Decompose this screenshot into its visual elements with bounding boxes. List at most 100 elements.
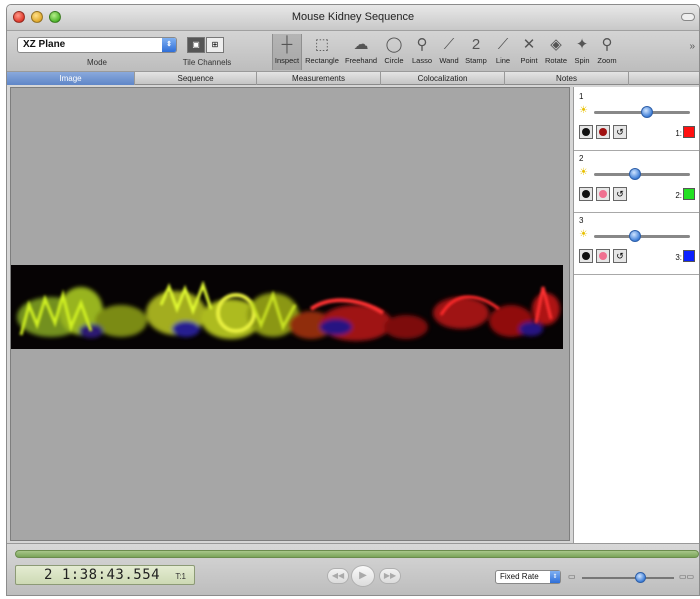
time-display: 2 1:38:43.554 T:1 <box>15 565 195 585</box>
tool-label: Wand <box>439 56 459 65</box>
tool-stamp-button[interactable]: 2 Stamp <box>462 34 490 70</box>
play-icon: ▶ <box>359 570 367 581</box>
tile-view-button[interactable]: ⊞ <box>206 37 224 53</box>
tool-label: Point <box>520 56 538 65</box>
channel-visibility-button[interactable] <box>579 125 593 139</box>
chevron-updown-icon: ⇕ <box>162 38 176 52</box>
undo-icon: ↺ <box>616 127 624 137</box>
circle-select-icon: ◯ <box>385 36 403 53</box>
tool-rotate-button[interactable]: ◈ Rotate <box>542 34 570 70</box>
slider-knob[interactable] <box>629 168 642 180</box>
tool-spin-button[interactable]: ✦ Spin <box>570 34 594 70</box>
channel-visibility-button[interactable] <box>579 187 593 201</box>
record-icon <box>599 128 607 136</box>
toolbar-toggle-button[interactable] <box>681 13 695 21</box>
tab-notes[interactable]: Notes <box>505 72 629 85</box>
fast-speed-icon: ▭▭ <box>679 572 695 581</box>
slider-knob[interactable] <box>629 230 642 242</box>
tab-image[interactable]: Image <box>7 72 135 85</box>
mode-select[interactable]: XZ Plane ⇕ <box>17 37 177 53</box>
tool-label: Zoom <box>597 56 617 65</box>
record-icon <box>582 252 590 260</box>
toolbar-overflow-icon[interactable]: » <box>689 41 695 52</box>
playback-rate-select[interactable]: Fixed Rate ⇕ <box>495 570 561 584</box>
reset-channel-button[interactable]: ↺ <box>613 249 627 263</box>
tool-label: Freehand <box>344 56 378 65</box>
channel-color-swatch[interactable] <box>683 188 695 200</box>
xz-plane-image[interactable] <box>11 265 563 349</box>
tool-label: Inspect <box>274 56 300 65</box>
rewind-button[interactable]: ◀◀ <box>327 568 349 584</box>
microscopy-image <box>17 280 560 341</box>
mode-select-value: XZ Plane <box>23 39 66 50</box>
rectangle-select-icon: ⬚ <box>314 36 330 53</box>
tab-measurements[interactable]: Measurements <box>257 72 381 85</box>
slider-knob[interactable] <box>635 572 647 583</box>
tile-channels-label: Tile Channels <box>182 58 232 67</box>
record-icon <box>599 252 607 260</box>
channel-color-swatch[interactable] <box>683 126 695 138</box>
tool-freehand-button[interactable]: ☁ Freehand <box>342 34 380 70</box>
title-bar: Mouse Kidney Sequence <box>7 5 699 31</box>
slider-knob[interactable] <box>640 106 653 118</box>
tool-wand-button[interactable]: ⟋ Wand <box>436 34 462 70</box>
brightness-icon: ☀ <box>579 105 588 116</box>
single-view-button[interactable]: ▣ <box>187 37 205 53</box>
lasso-icon: ⚲ <box>416 36 428 53</box>
image-viewer[interactable] <box>10 87 570 541</box>
tool-label: Circle <box>384 56 404 65</box>
zoom-icon: ⚲ <box>601 36 613 53</box>
rotate-icon: ◈ <box>550 36 562 53</box>
tool-rectangle-button[interactable]: ⬚ Rectangle <box>302 34 342 70</box>
playback-rate-value: Fixed Rate <box>500 572 539 581</box>
channel-brightness-slider[interactable] <box>594 168 690 180</box>
tile-channels-control: ▣ ⊞ <box>187 37 225 53</box>
tool-zoom-button[interactable]: ⚲ Zoom <box>594 34 620 70</box>
timepoint-label: T:1 <box>175 572 186 581</box>
channel-color-button[interactable] <box>596 125 610 139</box>
reset-channel-button[interactable]: ↺ <box>613 125 627 139</box>
spin-icon: ✦ <box>575 36 589 53</box>
channel-color-button[interactable] <box>596 249 610 263</box>
rewind-icon: ◀◀ <box>331 571 345 580</box>
channel-color-button[interactable] <box>596 187 610 201</box>
tool-label: Stamp <box>465 56 487 65</box>
tool-circle-button[interactable]: ◯ Circle <box>380 34 408 70</box>
record-icon <box>599 190 607 198</box>
wand-icon: ⟋ <box>443 36 455 53</box>
channel-color-swatch[interactable] <box>683 250 695 262</box>
record-icon <box>582 128 590 136</box>
tool-line-button[interactable]: ⟋ Line <box>490 34 516 70</box>
channel-brightness-slider[interactable] <box>594 106 690 118</box>
channel-visibility-button[interactable] <box>579 249 593 263</box>
line-icon: ⟋ <box>497 36 509 53</box>
playback-speed-slider[interactable] <box>582 572 674 583</box>
record-icon <box>582 190 590 198</box>
channel-brightness-slider[interactable] <box>594 230 690 242</box>
tool-point-button[interactable]: ✕ Point <box>516 34 542 70</box>
window-title: Mouse Kidney Sequence <box>291 11 415 23</box>
tab-sequence[interactable]: Sequence <box>135 72 257 85</box>
mode-label: Mode <box>86 58 107 67</box>
channel-swatch-label: 2: <box>675 191 682 200</box>
tool-inspect-button[interactable]: ┼ Inspect <box>272 34 302 70</box>
brightness-icon: ☀ <box>579 167 588 178</box>
tab-colocalization[interactable]: Colocalization <box>381 72 505 85</box>
channel-number: 3 <box>579 216 584 225</box>
toolbar: XZ Plane ⇕ Mode ▣ ⊞ Tile Channels ┼ Inspe… <box>7 31 699 71</box>
channel-swatch-label: 1: <box>675 129 682 138</box>
timeline-progress-bar[interactable] <box>15 550 699 558</box>
undo-icon: ↺ <box>616 251 624 261</box>
playback-bar: 2 1:38:43.554 T:1 ◀◀ ▶ ▶▶ Fixed Rate ⇕ ▭… <box>7 543 699 595</box>
channel-panel: 1 ☀ ↺ 1: 2 ☀ ↺ 2: 3 ☀ ↺ 3: <box>573 87 699 543</box>
channel-row: 3 ☀ ↺ 3: <box>574 213 699 275</box>
tool-label: Spin <box>574 56 590 65</box>
play-button[interactable]: ▶ <box>351 565 375 587</box>
reset-channel-button[interactable]: ↺ <box>613 187 627 201</box>
tool-lasso-button[interactable]: ⚲ Lasso <box>408 34 436 70</box>
crosshair-icon: ┼ <box>281 36 293 53</box>
channel-swatch-label: 3: <box>675 253 682 262</box>
channel-number: 1 <box>579 92 584 101</box>
chevron-updown-icon: ⇕ <box>550 571 560 583</box>
fast-forward-button[interactable]: ▶▶ <box>379 568 401 584</box>
